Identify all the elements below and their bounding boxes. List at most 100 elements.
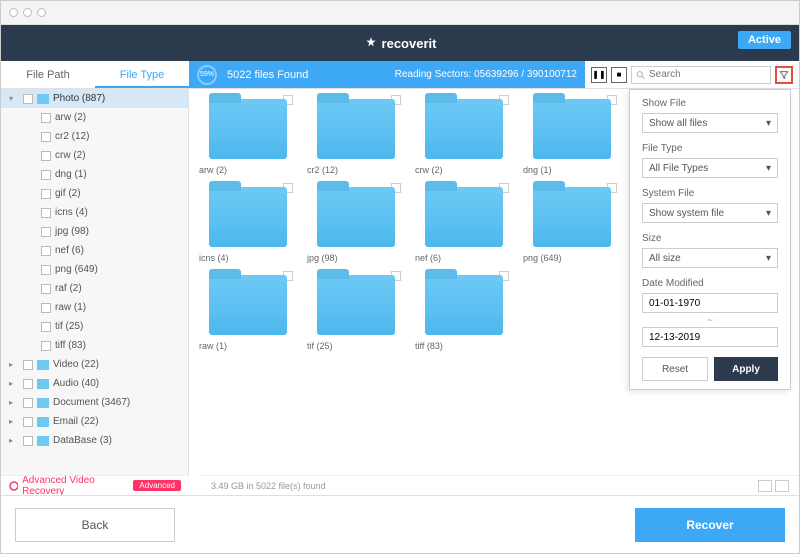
sidebar-item[interactable]: cr2 (12) <box>1 127 188 146</box>
folder-icon <box>425 275 503 335</box>
sidebar-category-audio[interactable]: ▸ Audio (40) <box>1 374 188 393</box>
filter-system-file-select[interactable]: Show system file▾ <box>642 203 778 223</box>
sidebar-category-document[interactable]: ▸ Document (3467) <box>1 393 188 412</box>
checkbox[interactable] <box>41 189 51 199</box>
folder-label: tiff (83) <box>415 341 513 351</box>
filter-show-file-select[interactable]: Show all files▾ <box>642 113 778 133</box>
checkbox[interactable] <box>41 132 51 142</box>
folder-card[interactable]: tiff (83) <box>415 275 513 351</box>
active-badge[interactable]: Active <box>738 31 791 49</box>
sidebar-item[interactable]: icns (4) <box>1 203 188 222</box>
checkbox[interactable] <box>23 360 33 370</box>
filter-system-file-label: System File <box>642 188 778 199</box>
folder-card[interactable]: icns (4) <box>199 187 297 263</box>
minimize-dot[interactable] <box>23 8 32 17</box>
checkbox[interactable] <box>41 322 51 332</box>
chevron-down-icon: ▾ <box>766 118 771 129</box>
sidebar-item[interactable]: png (649) <box>1 260 188 279</box>
folder-card[interactable]: raw (1) <box>199 275 297 351</box>
filter-size-select[interactable]: All size▾ <box>642 248 778 268</box>
sidebar-item[interactable]: arw (2) <box>1 108 188 127</box>
chevron-right-icon: ▸ <box>9 436 19 445</box>
chevron-right-icon: ▸ <box>9 417 19 426</box>
checkbox[interactable] <box>41 113 51 123</box>
checkbox[interactable] <box>41 151 51 161</box>
sidebar-category-email[interactable]: ▸ Email (22) <box>1 412 188 431</box>
checkbox[interactable] <box>41 265 51 275</box>
filter-file-type-label: File Type <box>642 143 778 154</box>
maximize-dot[interactable] <box>37 8 46 17</box>
checkbox[interactable] <box>41 341 51 351</box>
chevron-right-icon: ▸ <box>9 379 19 388</box>
checkbox[interactable] <box>41 208 51 218</box>
advanced-video-recovery[interactable]: Advanced Video Recovery Advanced <box>1 475 189 495</box>
checkbox[interactable] <box>41 227 51 237</box>
stats-bar: 3.49 GB in 5022 file(s) found <box>201 475 799 495</box>
progress-circle: 59% <box>197 65 217 85</box>
folder-icon <box>533 99 611 159</box>
sidebar-category-video[interactable]: ▸ Video (22) <box>1 355 188 374</box>
sidebar-item-label: tif (25) <box>55 321 83 332</box>
checkbox[interactable] <box>23 379 33 389</box>
stats-text: 3.49 GB in 5022 file(s) found <box>211 481 326 491</box>
back-button[interactable]: Back <box>15 508 175 542</box>
grid-view-button[interactable] <box>758 480 772 492</box>
list-view-button[interactable] <box>775 480 789 492</box>
filter-date-from[interactable] <box>642 293 778 313</box>
folder-label: png (649) <box>523 253 621 263</box>
folder-card[interactable]: arw (2) <box>199 99 297 175</box>
checkbox[interactable] <box>41 284 51 294</box>
tab-file-path[interactable]: File Path <box>1 61 95 88</box>
folder-card[interactable]: nef (6) <box>415 187 513 263</box>
sidebar-category-database[interactable]: ▸ DataBase (3) <box>1 431 188 450</box>
folder-card[interactable]: dng (1) <box>523 99 621 175</box>
filter-button[interactable] <box>775 66 793 84</box>
close-dot[interactable] <box>9 8 18 17</box>
sidebar-item[interactable]: gif (2) <box>1 184 188 203</box>
sidebar-category-photo[interactable]: ▾ Photo (887) <box>1 89 188 108</box>
sidebar-item[interactable]: raf (2) <box>1 279 188 298</box>
folder-icon <box>209 99 287 159</box>
checkbox[interactable] <box>23 398 33 408</box>
sidebar-item[interactable]: raw (1) <box>1 298 188 317</box>
checkbox[interactable] <box>23 436 33 446</box>
tab-file-type[interactable]: File Type <box>95 61 189 88</box>
sidebar-item-label: crw (2) <box>55 150 86 161</box>
filter-apply-button[interactable]: Apply <box>714 357 778 381</box>
filter-date-to[interactable] <box>642 327 778 347</box>
sidebar-item[interactable]: crw (2) <box>1 146 188 165</box>
sidebar-item[interactable]: tiff (83) <box>1 336 188 355</box>
sidebar-item-label: gif (2) <box>55 188 81 199</box>
sidebar-item-label: icns (4) <box>55 207 88 218</box>
sidebar-item[interactable]: jpg (98) <box>1 222 188 241</box>
scan-progress-bar: 59% 5022 files Found Reading Sectors: 05… <box>189 61 585 88</box>
recover-button[interactable]: Recover <box>635 508 785 542</box>
toolbar-controls: ❚❚ ■ <box>585 61 799 88</box>
view-tabs: File Path File Type <box>1 61 189 88</box>
folder-label: cr2 (12) <box>307 165 405 175</box>
checkbox[interactable] <box>23 94 33 104</box>
search-input[interactable] <box>649 69 766 80</box>
filter-reset-button[interactable]: Reset <box>642 357 708 381</box>
folder-card[interactable]: tif (25) <box>307 275 405 351</box>
folder-card[interactable]: png (649) <box>523 187 621 263</box>
sidebar-item[interactable]: tif (25) <box>1 317 188 336</box>
folder-icon <box>317 187 395 247</box>
checkbox[interactable] <box>41 246 51 256</box>
folder-card[interactable]: jpg (98) <box>307 187 405 263</box>
footer: Back Recover <box>1 495 799 553</box>
checkbox[interactable] <box>41 170 51 180</box>
sidebar-item[interactable]: dng (1) <box>1 165 188 184</box>
filter-show-file-label: Show File <box>642 98 778 109</box>
filter-file-type-select[interactable]: All File Types▾ <box>642 158 778 178</box>
sidebar-item[interactable]: nef (6) <box>1 241 188 260</box>
checkbox[interactable] <box>41 303 51 313</box>
folder-card[interactable]: cr2 (12) <box>307 99 405 175</box>
folder-card[interactable]: crw (2) <box>415 99 513 175</box>
pause-button[interactable]: ❚❚ <box>591 67 607 83</box>
checkbox[interactable] <box>23 417 33 427</box>
search-box[interactable] <box>631 66 771 84</box>
stop-button[interactable]: ■ <box>611 67 627 83</box>
logo-icon <box>364 36 378 50</box>
toolbar: File Path File Type 59% 5022 files Found… <box>1 61 799 89</box>
